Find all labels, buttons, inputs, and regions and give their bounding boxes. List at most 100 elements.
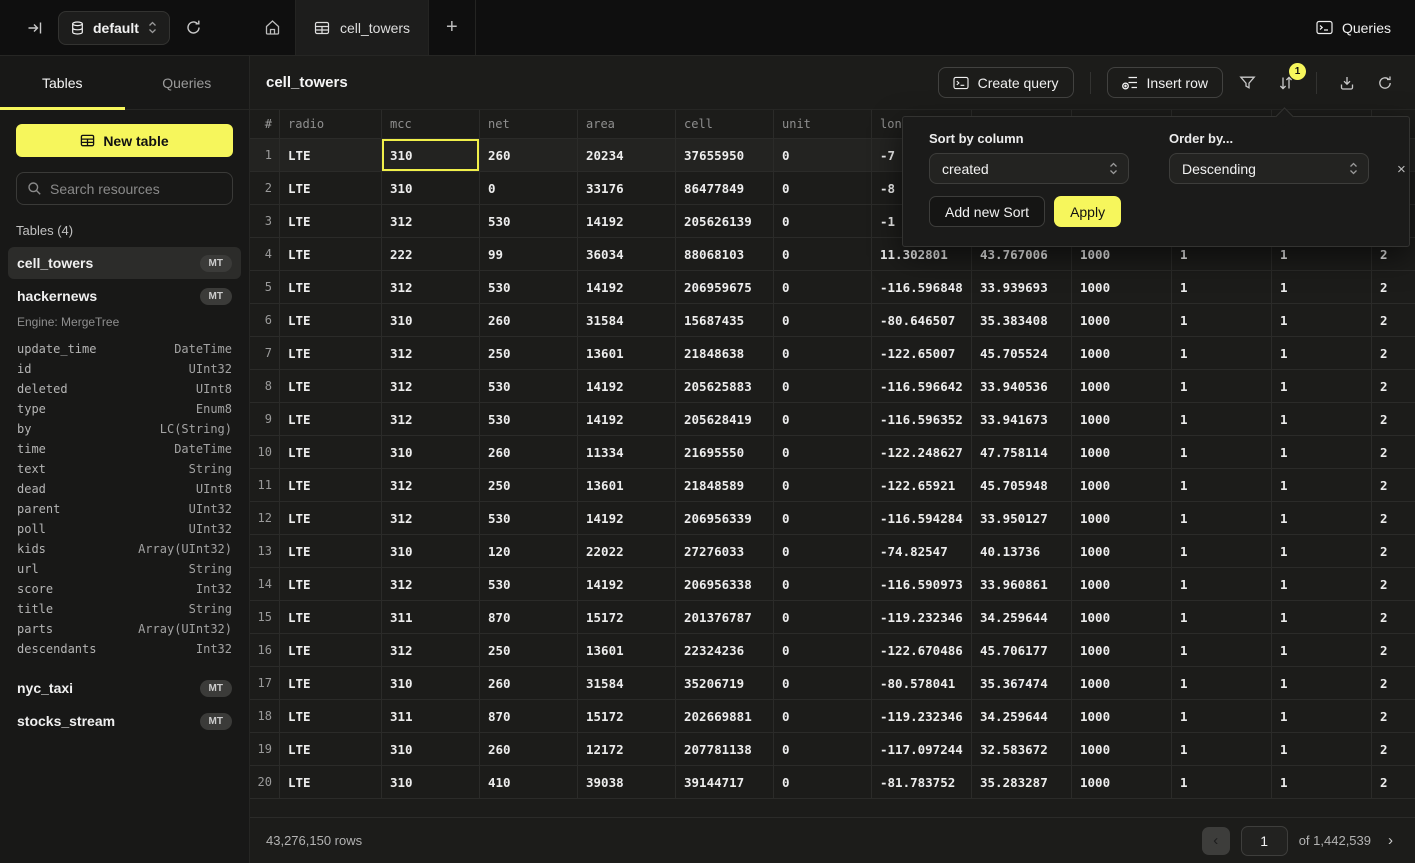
table-cell[interactable]: 0 xyxy=(774,733,872,766)
sidebar-table-item-nyc_taxi[interactable]: nyc_taxiMT xyxy=(8,672,241,704)
table-cell[interactable]: LTE xyxy=(280,271,382,304)
column-header-radio[interactable]: radio xyxy=(280,110,382,139)
table-cell[interactable]: 311 xyxy=(382,601,480,634)
table-cell[interactable]: 2 xyxy=(1372,667,1415,700)
table-cell[interactable]: 1 xyxy=(1272,634,1372,667)
table-cell[interactable]: 1 xyxy=(1172,436,1272,469)
table-cell[interactable]: 33176 xyxy=(578,172,676,205)
table-cell[interactable]: 1 xyxy=(1172,733,1272,766)
table-cell[interactable]: 36034 xyxy=(578,238,676,271)
table-cell[interactable]: 870 xyxy=(480,601,578,634)
table-cell[interactable]: 207781138 xyxy=(676,733,774,766)
table-cell[interactable]: 1000 xyxy=(1072,337,1172,370)
table-cell[interactable]: 2 xyxy=(1372,700,1415,733)
table-cell[interactable]: -74.82547 xyxy=(872,535,972,568)
table-cell[interactable]: 1 xyxy=(1272,502,1372,535)
table-cell[interactable]: 310 xyxy=(382,172,480,205)
table-cell[interactable]: 1 xyxy=(1272,337,1372,370)
table-cell[interactable]: 205625883 xyxy=(676,370,774,403)
table-cell[interactable]: 39038 xyxy=(578,766,676,799)
table-cell[interactable]: 33.940536 xyxy=(972,370,1072,403)
table-cell[interactable]: 45.705524 xyxy=(972,337,1072,370)
column-header-area[interactable]: area xyxy=(578,110,676,139)
table-cell[interactable]: LTE xyxy=(280,469,382,502)
table-cell[interactable]: LTE xyxy=(280,238,382,271)
table-cell[interactable]: 31584 xyxy=(578,304,676,337)
table-cell[interactable]: 14192 xyxy=(578,370,676,403)
table-cell[interactable]: 0 xyxy=(774,403,872,436)
table-cell[interactable]: 310 xyxy=(382,535,480,568)
table-cell[interactable]: 870 xyxy=(480,700,578,733)
table-cell[interactable]: 310 xyxy=(382,667,480,700)
table-cell[interactable]: LTE xyxy=(280,304,382,337)
table-cell[interactable]: 205626139 xyxy=(676,205,774,238)
sidebar-tab-queries[interactable]: Queries xyxy=(125,56,250,109)
table-cell[interactable]: 27276033 xyxy=(676,535,774,568)
queries-button[interactable]: Queries xyxy=(1292,0,1415,55)
table-cell[interactable]: 1000 xyxy=(1072,304,1172,337)
table-cell[interactable]: 13601 xyxy=(578,469,676,502)
table-cell[interactable]: LTE xyxy=(280,766,382,799)
table-cell[interactable]: 35.383408 xyxy=(972,304,1072,337)
table-cell[interactable]: 260 xyxy=(480,733,578,766)
table-cell[interactable]: 2 xyxy=(1372,304,1415,337)
table-cell[interactable]: 2 xyxy=(1372,535,1415,568)
table-cell[interactable]: 22324236 xyxy=(676,634,774,667)
table-cell[interactable]: 1000 xyxy=(1072,634,1172,667)
table-cell[interactable]: 0 xyxy=(774,469,872,502)
table-cell[interactable]: 260 xyxy=(480,436,578,469)
table-cell[interactable]: 312 xyxy=(382,337,480,370)
table-cell[interactable]: 1000 xyxy=(1072,535,1172,568)
table-cell[interactable]: 1 xyxy=(1272,667,1372,700)
table-cell[interactable]: 206956338 xyxy=(676,568,774,601)
page-number-input[interactable]: 1 xyxy=(1241,826,1288,856)
table-cell[interactable]: 1000 xyxy=(1072,436,1172,469)
table-cell[interactable]: 260 xyxy=(480,304,578,337)
table-cell[interactable]: 530 xyxy=(480,205,578,238)
table-cell[interactable]: 1 xyxy=(1172,535,1272,568)
table-cell[interactable]: 0 xyxy=(774,271,872,304)
table-cell[interactable]: LTE xyxy=(280,337,382,370)
table-cell[interactable]: 1000 xyxy=(1072,700,1172,733)
column-header-mcc[interactable]: mcc xyxy=(382,110,480,139)
table-cell[interactable]: 1 xyxy=(1172,304,1272,337)
table-cell[interactable]: 312 xyxy=(382,205,480,238)
table-cell[interactable]: 1 xyxy=(1172,568,1272,601)
sort-order-select[interactable]: Descending xyxy=(1169,153,1369,184)
search-input[interactable] xyxy=(50,181,222,197)
table-cell[interactable]: 201376787 xyxy=(676,601,774,634)
export-button[interactable] xyxy=(1333,69,1361,97)
table-cell[interactable]: 35206719 xyxy=(676,667,774,700)
table-cell[interactable]: 2 xyxy=(1372,502,1415,535)
database-selector[interactable]: default xyxy=(58,11,170,45)
table-cell[interactable]: 260 xyxy=(480,667,578,700)
table-cell[interactable]: 39144717 xyxy=(676,766,774,799)
table-cell[interactable]: 0 xyxy=(774,304,872,337)
column-header-net[interactable]: net xyxy=(480,110,578,139)
table-cell[interactable]: 1000 xyxy=(1072,469,1172,502)
table-cell[interactable]: LTE xyxy=(280,568,382,601)
table-cell[interactable]: LTE xyxy=(280,172,382,205)
sidebar-tab-tables[interactable]: Tables xyxy=(0,56,125,109)
table-cell[interactable]: -116.594284 xyxy=(872,502,972,535)
table-cell[interactable]: LTE xyxy=(280,700,382,733)
table-cell[interactable]: 1 xyxy=(1172,766,1272,799)
table-cell[interactable]: 0 xyxy=(774,205,872,238)
table-cell[interactable]: 206956339 xyxy=(676,502,774,535)
table-cell[interactable]: 530 xyxy=(480,370,578,403)
sidebar-table-item-stocks_stream[interactable]: stocks_streamMT xyxy=(8,705,241,737)
column-header-unit[interactable]: unit xyxy=(774,110,872,139)
table-cell[interactable]: 32.583672 xyxy=(972,733,1072,766)
sort-column-select[interactable]: created xyxy=(929,153,1129,184)
table-cell[interactable]: 99 xyxy=(480,238,578,271)
table-cell[interactable]: 0 xyxy=(774,172,872,205)
table-cell[interactable]: 1000 xyxy=(1072,667,1172,700)
table-cell[interactable]: -80.646507 xyxy=(872,304,972,337)
table-cell[interactable]: 1 xyxy=(1272,304,1372,337)
table-cell[interactable]: 1 xyxy=(1172,502,1272,535)
table-cell[interactable]: 33.950127 xyxy=(972,502,1072,535)
table-cell[interactable]: LTE xyxy=(280,667,382,700)
table-cell[interactable]: 1 xyxy=(1272,469,1372,502)
table-cell[interactable]: 1000 xyxy=(1072,502,1172,535)
table-cell[interactable]: 1 xyxy=(1172,469,1272,502)
